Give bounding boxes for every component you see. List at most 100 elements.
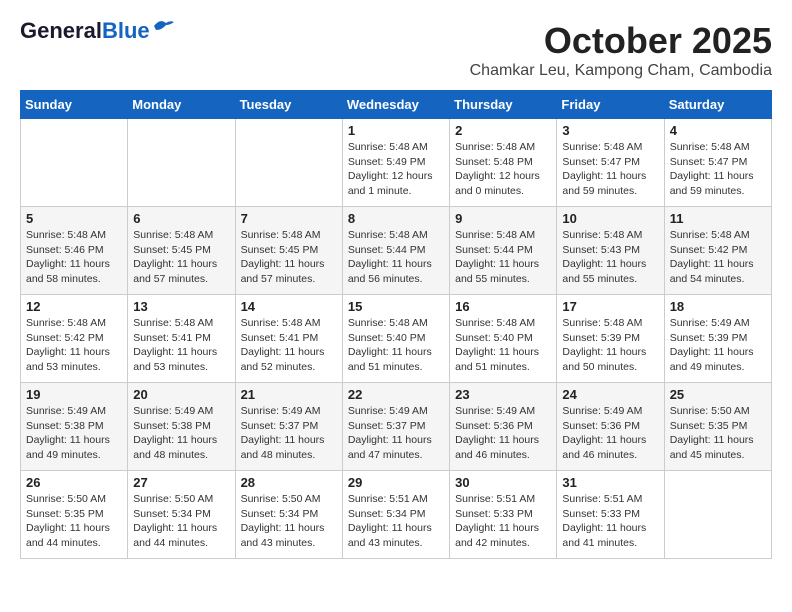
calendar-cell: 10Sunrise: 5:48 AM Sunset: 5:43 PM Dayli… [557,207,664,295]
calendar: SundayMondayTuesdayWednesdayThursdayFrid… [20,90,772,559]
calendar-cell: 3Sunrise: 5:48 AM Sunset: 5:47 PM Daylig… [557,119,664,207]
day-number: 6 [133,211,229,226]
day-info: Sunrise: 5:49 AM Sunset: 5:36 PM Dayligh… [455,404,551,463]
calendar-cell: 27 Sunrise: 5:50 AM Sunset: 5:34 PM Dayli… [128,471,235,559]
calendar-cell: 31 Sunrise: 5:51 AM Sunset: 5:33 PM Dayli… [557,471,664,559]
day-info: Sunrise: 5:48 AM Sunset: 5:41 PM Dayligh… [133,316,229,375]
day-number: 8 [348,211,444,226]
calendar-cell: 23 Sunrise: 5:49 AM Sunset: 5:36 PM Dayli… [450,383,557,471]
calendar-cell: 19 Sunrise: 5:49 AM Sunset: 5:38 PM Dayli… [21,383,128,471]
day-info: Sunrise: 5:48 AM Sunset: 5:42 PM Dayligh… [26,316,122,375]
calendar-cell [235,119,342,207]
day-number: 21 [241,387,337,402]
day-number: 4 [670,123,766,138]
calendar-cell: 5 Sunrise: 5:48 AM Sunset: 5:46 PM Daylig… [21,207,128,295]
day-of-week-header: Wednesday [342,91,449,119]
logo-text: GeneralBlue [20,20,150,42]
day-info: Sunrise: 5:50 AM Sunset: 5:35 PM Dayligh… [26,492,122,551]
day-info: Sunrise: 5:49 AM Sunset: 5:37 PM Dayligh… [241,404,337,463]
day-number: 19 [26,387,122,402]
calendar-cell [664,471,771,559]
calendar-cell: 21 Sunrise: 5:49 AM Sunset: 5:37 PM Dayli… [235,383,342,471]
day-info: Sunrise: 5:49 AM Sunset: 5:38 PM Dayligh… [26,404,122,463]
day-number: 17 [562,299,658,314]
calendar-week-row: 12 Sunrise: 5:48 AM Sunset: 5:42 PM Dayli… [21,295,772,383]
day-of-week-header: Friday [557,91,664,119]
day-number: 14 [241,299,337,314]
calendar-cell: 28 Sunrise: 5:50 AM Sunset: 5:34 PM Dayli… [235,471,342,559]
day-of-week-header: Tuesday [235,91,342,119]
calendar-cell: 8Sunrise: 5:48 AM Sunset: 5:44 PM Daylig… [342,207,449,295]
day-of-week-header: Sunday [21,91,128,119]
day-number: 31 [562,475,658,490]
day-info: Sunrise: 5:48 AM Sunset: 5:39 PM Dayligh… [562,316,658,375]
day-number: 15 [348,299,444,314]
calendar-week-row: 5 Sunrise: 5:48 AM Sunset: 5:46 PM Daylig… [21,207,772,295]
day-info: Sunrise: 5:48 AM Sunset: 5:46 PM Dayligh… [26,228,122,287]
day-info: Sunrise: 5:51 AM Sunset: 5:34 PM Dayligh… [348,492,444,551]
calendar-cell: 14 Sunrise: 5:48 AM Sunset: 5:41 PM Dayli… [235,295,342,383]
calendar-cell: 24 Sunrise: 5:49 AM Sunset: 5:36 PM Dayli… [557,383,664,471]
calendar-cell: 11 Sunrise: 5:48 AM Sunset: 5:42 PM Dayli… [664,207,771,295]
calendar-cell: 1 Sunrise: 5:48 AM Sunset: 5:49 PM Daylig… [342,119,449,207]
title-area: October 2025 Chamkar Leu, Kampong Cham, … [470,20,772,80]
day-number: 9 [455,211,551,226]
day-info: Sunrise: 5:48 AM Sunset: 5:40 PM Dayligh… [348,316,444,375]
day-number: 29 [348,475,444,490]
day-number: 28 [241,475,337,490]
day-number: 24 [562,387,658,402]
calendar-cell: 22Sunrise: 5:49 AM Sunset: 5:37 PM Dayli… [342,383,449,471]
day-info: Sunrise: 5:49 AM Sunset: 5:38 PM Dayligh… [133,404,229,463]
day-number: 13 [133,299,229,314]
calendar-cell: 9 Sunrise: 5:48 AM Sunset: 5:44 PM Daylig… [450,207,557,295]
calendar-cell: 15 Sunrise: 5:48 AM Sunset: 5:40 PM Dayli… [342,295,449,383]
calendar-cell: 26 Sunrise: 5:50 AM Sunset: 5:35 PM Dayli… [21,471,128,559]
logo-bird-icon [152,18,174,34]
day-number: 5 [26,211,122,226]
day-info: Sunrise: 5:48 AM Sunset: 5:45 PM Dayligh… [133,228,229,287]
header: GeneralBlue October 2025 Chamkar Leu, Ka… [20,20,772,80]
logo: GeneralBlue [20,20,174,42]
calendar-cell: 30Sunrise: 5:51 AM Sunset: 5:33 PM Dayli… [450,471,557,559]
location-title: Chamkar Leu, Kampong Cham, Cambodia [470,62,772,80]
day-number: 18 [670,299,766,314]
day-info: Sunrise: 5:48 AM Sunset: 5:44 PM Dayligh… [455,228,551,287]
day-info: Sunrise: 5:48 AM Sunset: 5:48 PM Dayligh… [455,140,551,199]
day-info: Sunrise: 5:49 AM Sunset: 5:36 PM Dayligh… [562,404,658,463]
calendar-week-row: 26 Sunrise: 5:50 AM Sunset: 5:35 PM Dayli… [21,471,772,559]
day-number: 26 [26,475,122,490]
day-info: Sunrise: 5:48 AM Sunset: 5:49 PM Dayligh… [348,140,444,199]
day-info: Sunrise: 5:50 AM Sunset: 5:35 PM Dayligh… [670,404,766,463]
calendar-cell [128,119,235,207]
day-number: 20 [133,387,229,402]
day-info: Sunrise: 5:48 AM Sunset: 5:43 PM Dayligh… [562,228,658,287]
day-info: Sunrise: 5:48 AM Sunset: 5:47 PM Dayligh… [670,140,766,199]
day-number: 12 [26,299,122,314]
calendar-cell: 12 Sunrise: 5:48 AM Sunset: 5:42 PM Dayli… [21,295,128,383]
day-number: 11 [670,211,766,226]
calendar-cell: 20 Sunrise: 5:49 AM Sunset: 5:38 PM Dayli… [128,383,235,471]
calendar-cell: 13 Sunrise: 5:48 AM Sunset: 5:41 PM Dayli… [128,295,235,383]
day-of-week-header: Saturday [664,91,771,119]
calendar-cell: 2 Sunrise: 5:48 AM Sunset: 5:48 PM Daylig… [450,119,557,207]
day-info: Sunrise: 5:48 AM Sunset: 5:41 PM Dayligh… [241,316,337,375]
day-info: Sunrise: 5:51 AM Sunset: 5:33 PM Dayligh… [562,492,658,551]
calendar-cell: 17 Sunrise: 5:48 AM Sunset: 5:39 PM Dayli… [557,295,664,383]
day-number: 27 [133,475,229,490]
calendar-week-row: 1 Sunrise: 5:48 AM Sunset: 5:49 PM Daylig… [21,119,772,207]
day-info: Sunrise: 5:48 AM Sunset: 5:45 PM Dayligh… [241,228,337,287]
calendar-cell: 29 Sunrise: 5:51 AM Sunset: 5:34 PM Dayli… [342,471,449,559]
calendar-week-row: 19 Sunrise: 5:49 AM Sunset: 5:38 PM Dayli… [21,383,772,471]
day-number: 1 [348,123,444,138]
calendar-cell: 16Sunrise: 5:48 AM Sunset: 5:40 PM Dayli… [450,295,557,383]
day-of-week-header: Monday [128,91,235,119]
day-number: 23 [455,387,551,402]
calendar-cell: 6 Sunrise: 5:48 AM Sunset: 5:45 PM Daylig… [128,207,235,295]
calendar-cell: 7 Sunrise: 5:48 AM Sunset: 5:45 PM Daylig… [235,207,342,295]
day-info: Sunrise: 5:50 AM Sunset: 5:34 PM Dayligh… [241,492,337,551]
day-number: 7 [241,211,337,226]
day-number: 3 [562,123,658,138]
day-info: Sunrise: 5:48 AM Sunset: 5:42 PM Dayligh… [670,228,766,287]
day-info: Sunrise: 5:50 AM Sunset: 5:34 PM Dayligh… [133,492,229,551]
day-number: 2 [455,123,551,138]
